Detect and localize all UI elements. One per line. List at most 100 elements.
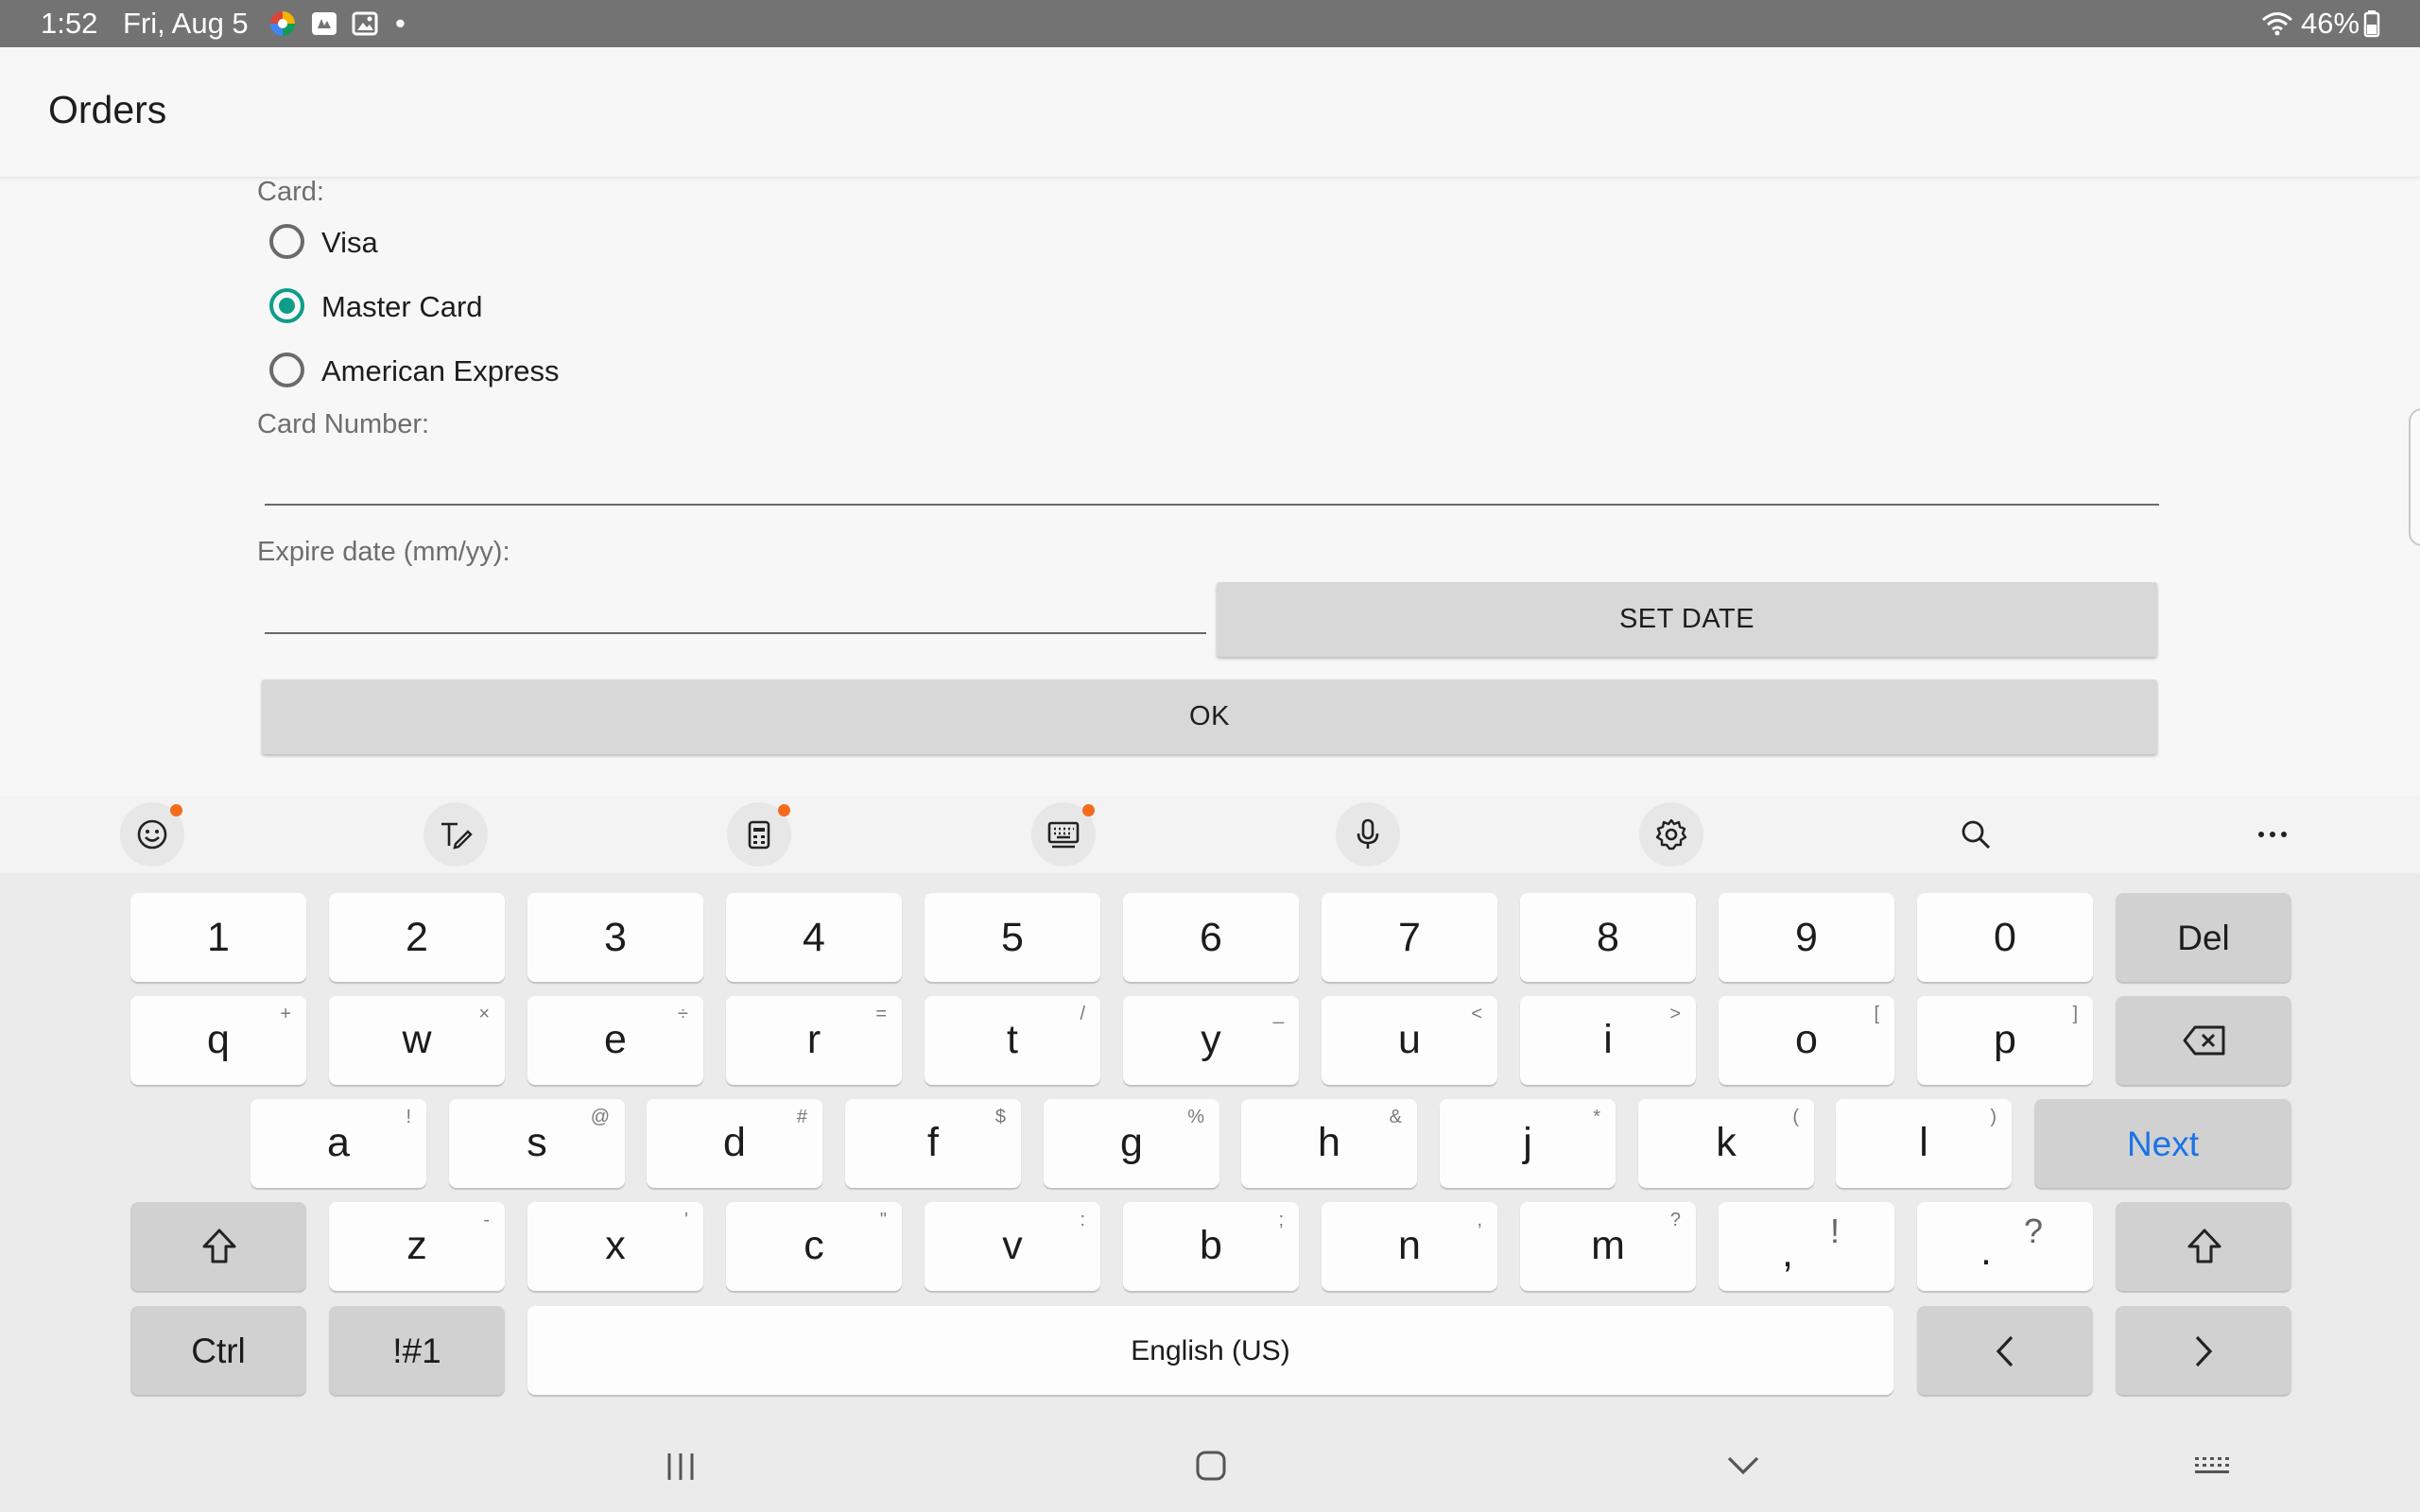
status-dot: • <box>395 7 406 40</box>
key-3[interactable]: 3 <box>527 893 703 982</box>
more-icon[interactable] <box>2240 802 2305 867</box>
key-o[interactable]: o[ <box>1719 996 1894 1085</box>
settings-icon[interactable] <box>1639 802 1703 867</box>
shift-icon <box>2187 1228 2221 1263</box>
key-label: 1 <box>207 915 230 960</box>
microphone-icon[interactable] <box>1336 802 1400 867</box>
handwriting-icon[interactable] <box>424 802 488 867</box>
key-n[interactable]: n, <box>1322 1202 1497 1291</box>
back-icon[interactable] <box>1726 1453 1760 1478</box>
cursor-right-key[interactable] <box>2116 1306 2291 1395</box>
key-v[interactable]: v: <box>925 1202 1100 1291</box>
key-label: o <box>1795 1017 1818 1062</box>
backspace-icon <box>2183 1025 2225 1056</box>
symbols-key[interactable]: !#1 <box>329 1306 505 1395</box>
radio-button-american-express[interactable] <box>269 352 304 387</box>
key-label: v <box>1002 1223 1023 1268</box>
key-u[interactable]: u < <box>1322 996 1497 1085</box>
key-w[interactable]: w × <box>329 996 505 1085</box>
notification-dot <box>1082 804 1095 816</box>
key-secondary-label: × <box>478 1004 490 1024</box>
expire-date-label: Expire date (mm/yy): <box>257 537 510 567</box>
key-7[interactable]: 7 <box>1322 893 1497 982</box>
key-c[interactable]: c " <box>726 1202 902 1291</box>
key-secondary-label: @ <box>590 1107 610 1127</box>
shift-key-right[interactable] <box>2116 1202 2291 1291</box>
key-6[interactable]: 6 <box>1123 893 1299 982</box>
key-z[interactable]: z- <box>329 1202 505 1291</box>
key-label: Ctrl <box>191 1332 246 1370</box>
key-t[interactable]: t / <box>925 996 1100 1085</box>
edge-panel-handle[interactable] <box>2409 408 2420 546</box>
key-comma[interactable]: , ! <box>1719 1202 1894 1291</box>
ctrl-key[interactable]: Ctrl <box>130 1306 306 1395</box>
status-bar: 1:52 Fri, Aug 5 • 46% <box>0 0 2420 47</box>
key-9[interactable]: 9 <box>1719 893 1894 982</box>
key-f[interactable]: f $ <box>845 1099 1021 1188</box>
key-5[interactable]: 5 <box>925 893 1100 982</box>
key-2[interactable]: 2 <box>329 893 505 982</box>
key-r[interactable]: r = <box>726 996 902 1085</box>
key-q[interactable]: q + <box>130 996 306 1085</box>
key-secondary-label: % <box>1187 1107 1204 1127</box>
key-b[interactable]: b; <box>1123 1202 1299 1291</box>
radio-label-visa[interactable]: Visa <box>321 226 378 260</box>
key-k[interactable]: k( <box>1638 1099 1814 1188</box>
key-label: c <box>804 1223 824 1268</box>
key-secondary-label: = <box>875 1004 887 1024</box>
radio-button-visa[interactable] <box>269 224 304 259</box>
shift-key-left[interactable] <box>130 1202 306 1291</box>
card-number-input[interactable] <box>265 451 2159 506</box>
key-secondary-label: * <box>1593 1107 1600 1127</box>
wifi-icon <box>2261 9 2292 38</box>
key-period[interactable]: . ? <box>1917 1202 2093 1291</box>
key-d[interactable]: d # <box>647 1099 822 1188</box>
key-m[interactable]: m? <box>1520 1202 1696 1291</box>
key-0[interactable]: 0 <box>1917 893 2093 982</box>
search-icon[interactable] <box>1944 802 2008 867</box>
key-4[interactable]: 4 <box>726 893 902 982</box>
key-label: a <box>327 1120 350 1165</box>
delete-key[interactable]: Del <box>2116 893 2291 982</box>
key-1[interactable]: 1 <box>130 893 306 982</box>
key-label: x <box>605 1223 626 1268</box>
backspace-key[interactable] <box>2116 996 2291 1085</box>
key-i[interactable]: i > <box>1520 996 1696 1085</box>
key-s[interactable]: s @ <box>449 1099 625 1188</box>
keyboard-hide-icon[interactable] <box>2193 1455 2231 1480</box>
ok-button[interactable]: OK <box>262 679 2157 754</box>
app-bar: Orders <box>0 47 2420 178</box>
key-e[interactable]: e ÷ <box>527 996 703 1085</box>
expire-date-input[interactable] <box>265 581 1206 634</box>
key-label: j <box>1523 1120 1532 1165</box>
key-label: n <box>1398 1223 1421 1268</box>
key-8[interactable]: 8 <box>1520 893 1696 982</box>
space-key[interactable]: English (US) <box>527 1306 1893 1395</box>
key-secondary-label: & <box>1389 1107 1402 1127</box>
app-icon-square <box>310 9 338 38</box>
radio-label-master-card[interactable]: Master Card <box>321 290 483 324</box>
key-label: Next <box>2126 1125 2200 1163</box>
key-a[interactable]: a! <box>251 1099 426 1188</box>
battery-icon <box>2363 9 2380 38</box>
key-label: 9 <box>1795 915 1818 960</box>
key-secondary-label: [ <box>1874 1004 1879 1024</box>
key-g[interactable]: g% <box>1044 1099 1219 1188</box>
next-key[interactable]: Next <box>2034 1099 2291 1188</box>
status-time: 1:52 <box>41 7 98 40</box>
radio-button-master-card[interactable] <box>269 288 304 323</box>
cursor-left-key[interactable] <box>1917 1306 2093 1395</box>
recent-apps-icon[interactable] <box>662 1451 700 1483</box>
radio-label-american-express[interactable]: American Express <box>321 354 560 388</box>
key-label: English (US) <box>1131 1335 1290 1366</box>
key-y[interactable]: y _ <box>1123 996 1299 1085</box>
set-date-button[interactable]: SET DATE <box>1217 582 2157 657</box>
key-x[interactable]: x ' <box>527 1202 703 1291</box>
key-l[interactable]: l) <box>1836 1099 2012 1188</box>
key-h[interactable]: h & <box>1241 1099 1417 1188</box>
key-label: 4 <box>803 915 825 960</box>
key-label: 2 <box>406 915 428 960</box>
key-j[interactable]: j * <box>1440 1099 1616 1188</box>
key-p[interactable]: p] <box>1917 996 2093 1085</box>
home-icon[interactable] <box>1195 1450 1227 1482</box>
